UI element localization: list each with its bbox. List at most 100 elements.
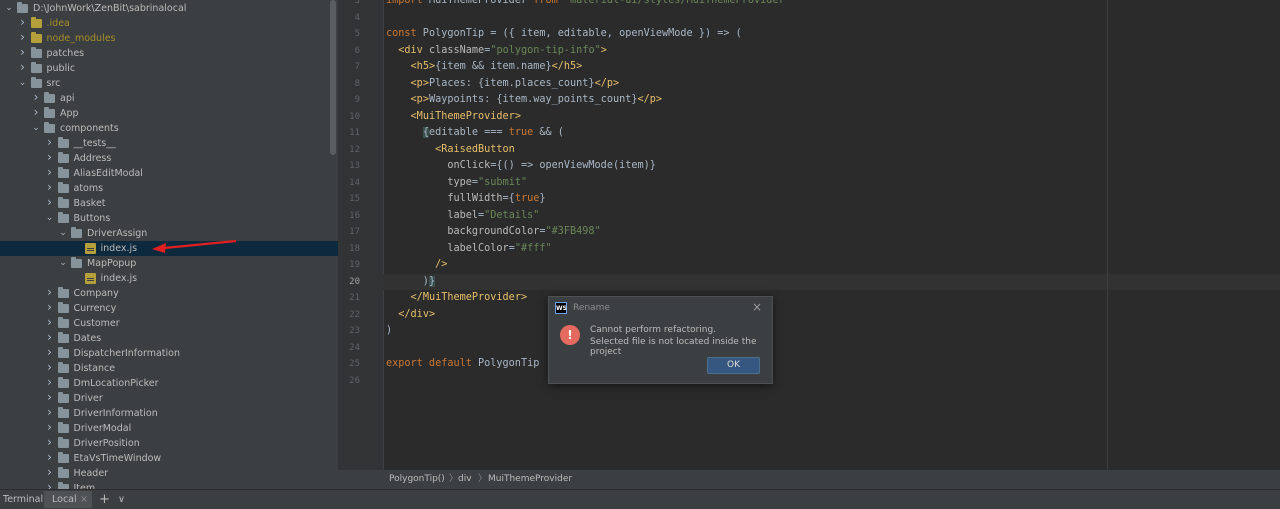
code-line[interactable]: <div className="polygon-tip-info"> bbox=[386, 43, 607, 59]
tree-folder-item[interactable]: › Distance bbox=[0, 360, 338, 376]
tree-folder-item[interactable]: › __tests__ bbox=[0, 135, 338, 151]
chevron-right-icon[interactable]: › bbox=[45, 180, 55, 195]
code-line[interactable]: {editable === true && ( bbox=[386, 125, 564, 141]
code-line[interactable]: <h5>{item && item.name}</h5> bbox=[386, 59, 583, 75]
code-editor[interactable]: 3 4 5 6 7 8 9 10 11 12 13 14 15 16 17 18 19 20 21 22 23 24 25 2… bbox=[338, 0, 1280, 470]
chevron-right-icon[interactable]: › bbox=[45, 300, 55, 315]
tree-folder-item[interactable]: › Basket bbox=[0, 195, 338, 211]
code-line[interactable]: type="submit" bbox=[386, 175, 527, 191]
code-line[interactable]: export default PolygonTip bbox=[386, 356, 539, 372]
code-line[interactable]: ) bbox=[386, 323, 392, 339]
tree-folder-item[interactable]: › Dates bbox=[0, 330, 338, 346]
tree-folder-item[interactable]: › EtaVsTimeWindow bbox=[0, 450, 338, 466]
tree-folder-item[interactable]: › DmLocationPicker bbox=[0, 375, 338, 391]
chevron-right-icon[interactable]: › bbox=[18, 60, 28, 75]
code-line[interactable]: <MuiThemeProvider> bbox=[386, 109, 521, 125]
code-line[interactable]: import MuiThemeProvider from 'material-u… bbox=[386, 0, 791, 9]
tree-folder-item[interactable]: › Customer bbox=[0, 315, 338, 331]
close-icon[interactable]: × bbox=[80, 490, 88, 509]
chevron-down-icon[interactable]: ⌄ bbox=[58, 256, 68, 271]
tree-folder-item[interactable]: › App bbox=[0, 105, 338, 121]
tree-folder-item[interactable]: › .idea bbox=[0, 15, 338, 31]
chevron-right-icon[interactable]: › bbox=[18, 30, 28, 45]
code-line[interactable]: <RaisedButton bbox=[386, 142, 515, 158]
code-line[interactable]: </div> bbox=[386, 307, 435, 323]
tree-folder-item[interactable]: › DriverPosition bbox=[0, 435, 338, 451]
chevron-right-icon[interactable]: › bbox=[45, 150, 55, 165]
chevron-right-icon[interactable]: › bbox=[45, 480, 55, 489]
close-icon[interactable]: × bbox=[752, 300, 762, 314]
code-line[interactable]: </MuiThemeProvider> bbox=[386, 290, 528, 306]
tree-folder-item[interactable]: ⌄ D:\JohnWork\ZenBit\sabrinalocal bbox=[0, 1, 338, 16]
breadcrumb-item-muithemeprovider[interactable]: MuiThemeProvider bbox=[488, 470, 572, 489]
project-tree-scrollbar[interactable] bbox=[330, 0, 336, 155]
tree-folder-item[interactable]: › Driver bbox=[0, 390, 338, 406]
tree-folder-item[interactable]: › DriverInformation bbox=[0, 405, 338, 421]
chevron-right-icon[interactable]: › bbox=[45, 375, 55, 390]
tree-folder-item[interactable]: › Company bbox=[0, 285, 338, 301]
chevron-right-icon[interactable]: › bbox=[45, 420, 55, 435]
code-line[interactable]: <p>Waypoints: {item.way_points_count}</p… bbox=[386, 92, 663, 108]
code-line[interactable]: )} bbox=[386, 274, 436, 290]
code-line[interactable]: <p>Places: {item.places_count}</p> bbox=[386, 76, 620, 92]
tree-folder-item[interactable]: › Address bbox=[0, 150, 338, 166]
chevron-down-icon[interactable]: ⌄ bbox=[58, 226, 68, 241]
code-line[interactable]: labelColor="#fff" bbox=[386, 241, 551, 257]
chevron-right-icon[interactable]: › bbox=[45, 285, 55, 300]
chevron-right-icon[interactable]: › bbox=[45, 435, 55, 450]
code-line[interactable]: const PolygonTip = ({ item, editable, op… bbox=[386, 26, 742, 42]
breadcrumb-item-polygontip[interactable]: PolygonTip() bbox=[389, 470, 445, 489]
code-line[interactable]: /> bbox=[386, 257, 447, 273]
chevron-right-icon[interactable]: › bbox=[45, 360, 55, 375]
chevron-right-icon[interactable]: › bbox=[18, 45, 28, 60]
tree-item-label: atoms bbox=[73, 183, 104, 194]
terminal-tab-label[interactable]: Local bbox=[52, 490, 77, 509]
tree-folder-item[interactable]: › patches bbox=[0, 45, 338, 61]
chevron-down-icon[interactable]: ⌄ bbox=[18, 76, 28, 91]
tree-folder-item[interactable]: › node_modules bbox=[0, 30, 338, 46]
chevron-right-icon[interactable]: › bbox=[31, 90, 41, 105]
tree-folder-item[interactable]: › Header bbox=[0, 465, 338, 481]
tree-folder-item[interactable]: ⌄ MapPopup bbox=[0, 256, 338, 271]
tree-folder-item[interactable]: › Currency bbox=[0, 300, 338, 316]
tree-folder-item[interactable]: ⌄ src bbox=[0, 76, 338, 91]
tree-item-label: Dates bbox=[73, 333, 102, 344]
tree-folder-item[interactable]: › AliasEditModal bbox=[0, 165, 338, 181]
chevron-down-icon[interactable]: ⌄ bbox=[31, 121, 41, 136]
chevron-right-icon[interactable]: › bbox=[18, 15, 28, 30]
tree-folder-item[interactable]: ⌄ components bbox=[0, 121, 338, 136]
tree-folder-item[interactable]: › Item bbox=[0, 480, 338, 489]
chevron-right-icon[interactable]: › bbox=[45, 450, 55, 465]
code-line[interactable]: backgroundColor="#3FB498" bbox=[386, 224, 600, 240]
code-line[interactable]: label="Details" bbox=[386, 208, 539, 224]
chevron-right-icon[interactable]: › bbox=[31, 105, 41, 120]
ok-button[interactable]: OK bbox=[707, 357, 760, 374]
code-line[interactable]: fullWidth={true} bbox=[386, 191, 545, 207]
tree-folder-item[interactable]: › atoms bbox=[0, 180, 338, 196]
chevron-right-icon[interactable]: › bbox=[45, 315, 55, 330]
chevron-right-icon[interactable]: › bbox=[45, 195, 55, 210]
chevron-right-icon[interactable]: › bbox=[45, 135, 55, 150]
tree-item-label: Company bbox=[73, 288, 119, 299]
tree-folder-item[interactable]: ⌄ Buttons bbox=[0, 211, 338, 226]
add-icon[interactable]: + bbox=[99, 490, 110, 509]
chevron-right-icon[interactable]: › bbox=[45, 165, 55, 180]
chevron-down-icon[interactable]: ∨ bbox=[118, 490, 125, 509]
breadcrumb-item-div[interactable]: div bbox=[458, 470, 472, 489]
chevron-right-icon[interactable]: › bbox=[45, 330, 55, 345]
tree-folder-item[interactable]: › DriverModal bbox=[0, 420, 338, 436]
tree-folder-item[interactable]: › public bbox=[0, 60, 338, 76]
chevron-down-icon[interactable]: ⌄ bbox=[4, 1, 14, 16]
chevron-right-icon[interactable]: › bbox=[45, 405, 55, 420]
tree-folder-item[interactable]: › api bbox=[0, 90, 338, 106]
tree-file-item[interactable]: index.js bbox=[0, 271, 338, 286]
line-number: 6 bbox=[354, 45, 360, 56]
chevron-right-icon[interactable]: › bbox=[45, 465, 55, 480]
code-line[interactable]: onClick={() => openViewMode(item)} bbox=[386, 158, 656, 174]
chevron-down-icon[interactable]: ⌄ bbox=[45, 211, 55, 226]
tree-folder-item[interactable]: › DispatcherInformation bbox=[0, 345, 338, 361]
folder-icon bbox=[57, 137, 69, 148]
chevron-right-icon[interactable]: › bbox=[45, 390, 55, 405]
chevron-right-icon[interactable]: › bbox=[45, 345, 55, 360]
line-number: 15 bbox=[349, 194, 360, 204]
